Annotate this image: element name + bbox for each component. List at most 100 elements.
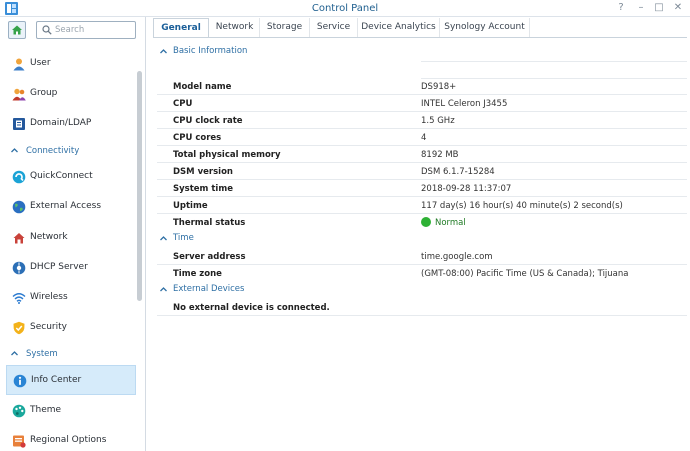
info-row-uptime: Uptime 117 day(s) 16 hour(s) 40 minute(s…: [157, 197, 687, 214]
shield-icon: [13, 321, 25, 335]
info-value: 1.5 GHz: [421, 116, 455, 126]
group-time[interactable]: Time: [157, 232, 687, 246]
tab-divider: [153, 37, 687, 38]
info-value: 8192 MB: [421, 150, 459, 160]
info-row-model: Model name DS918+: [157, 78, 687, 95]
network-icon: [13, 233, 25, 244]
chevron-up-icon: [11, 351, 18, 356]
group-title: Basic Information: [173, 46, 248, 56]
tab-network[interactable]: Network: [210, 18, 260, 38]
sidebar-item-label: Domain/LDAP: [30, 118, 92, 128]
chevron-up-icon: [11, 148, 18, 153]
sidebar-item-network[interactable]: Network: [6, 224, 136, 252]
thermal-status-value: Normal: [435, 218, 466, 228]
info-value: 2018-09-28 11:37:07: [421, 184, 512, 194]
sidebar-scrollbar[interactable]: [137, 71, 142, 301]
sidebar-item-label: External Access: [30, 201, 102, 211]
window-title: Control Panel: [311, 3, 379, 14]
title-bar: Control Panel ? – □ ✕: [0, 0, 690, 17]
sidebar-item-dhcp-server[interactable]: DHCP Server: [6, 254, 136, 282]
info-value: DS918+: [421, 82, 457, 92]
quickconnect-icon: [12, 170, 26, 184]
info-row-external-message: No external device is connected.: [157, 299, 687, 316]
info-row-memory: Total physical memory 8192 MB: [157, 146, 687, 163]
domain-icon: [13, 118, 25, 130]
sidebar-item-domain-ldap[interactable]: Domain/LDAP: [6, 110, 136, 138]
section-label: System: [26, 349, 58, 359]
search-box[interactable]: [36, 21, 136, 39]
status-ok-icon: [421, 217, 431, 227]
search-icon: [42, 25, 52, 35]
main-panel: General Network Storage Service Device A…: [147, 17, 690, 451]
sidebar-item-label: Regional Options: [30, 435, 107, 445]
sidebar: User Group Domain/LDAP Connectivity: [0, 17, 146, 451]
user-icon: [13, 58, 25, 71]
sidebar-item-wireless[interactable]: Wireless: [6, 284, 136, 312]
sidebar-item-label: User: [30, 58, 51, 68]
sidebar-item-group[interactable]: Group: [6, 80, 136, 108]
info-value: (GMT-08:00) Pacific Time (US & Canada); …: [421, 269, 629, 279]
info-key: Thermal status: [173, 218, 246, 228]
sidebar-item-security[interactable]: Security: [6, 314, 136, 342]
info-row-dsm-version: DSM version DSM 6.1.7-15284: [157, 163, 687, 180]
search-input[interactable]: [55, 23, 133, 37]
tab-storage[interactable]: Storage: [260, 18, 310, 38]
info-row-cpu: CPU INTEL Celeron J3455: [157, 95, 687, 112]
minimize-icon[interactable]: –: [635, 2, 647, 14]
wifi-icon: [12, 293, 26, 304]
info-key: Server address: [173, 252, 246, 262]
home-button[interactable]: [8, 21, 26, 39]
sidebar-item-user[interactable]: User: [6, 50, 136, 78]
info-row-server-address: Server address time.google.com: [157, 248, 687, 265]
group-icon: [12, 88, 26, 101]
info-icon: [13, 374, 27, 388]
tab-synology-account[interactable]: Synology Account: [440, 18, 530, 38]
home-icon: [12, 25, 22, 35]
sidebar-item-label: Theme: [30, 405, 62, 415]
sidebar-item-label: DHCP Server: [30, 262, 88, 272]
info-value: time.google.com: [421, 252, 493, 262]
group-title: Time: [173, 233, 194, 243]
sidebar-item-quickconnect[interactable]: QuickConnect: [6, 163, 136, 191]
info-value: 4: [421, 133, 427, 143]
info-row-cpu-clock: CPU clock rate 1.5 GHz: [157, 112, 687, 129]
sidebar-item-label: QuickConnect: [30, 171, 93, 181]
sidebar-item-label: Network: [30, 232, 68, 242]
info-key: CPU clock rate: [173, 116, 243, 126]
sidebar-item-regional-options[interactable]: Regional Options: [6, 427, 136, 451]
help-icon[interactable]: ?: [615, 2, 627, 14]
info-key: CPU cores: [173, 133, 222, 143]
info-key: Total physical memory: [173, 150, 281, 160]
info-key: Model name: [173, 82, 232, 92]
divider: [421, 61, 687, 62]
regional-icon: [13, 435, 26, 448]
dhcp-icon: [12, 261, 26, 275]
globe-icon: [12, 200, 26, 214]
info-value: 117 day(s) 16 hour(s) 40 minute(s) 2 sec…: [421, 201, 623, 211]
maximize-icon[interactable]: □: [653, 2, 665, 14]
external-devices-message: No external device is connected.: [173, 303, 330, 313]
sidebar-item-label: Info Center: [31, 375, 82, 385]
sidebar-item-theme[interactable]: Theme: [6, 397, 136, 425]
info-value: INTEL Celeron J3455: [421, 99, 508, 109]
group-title: External Devices: [173, 284, 245, 294]
palette-icon: [12, 404, 26, 418]
info-row-time-zone: Time zone (GMT-08:00) Pacific Time (US &…: [157, 265, 687, 282]
group-basic-information[interactable]: Basic Information: [157, 45, 687, 59]
info-key: CPU: [173, 99, 193, 109]
chevron-up-icon: [160, 236, 167, 241]
sidebar-item-info-center[interactable]: Info Center: [6, 365, 136, 395]
tab-general[interactable]: General: [153, 18, 209, 38]
info-row-thermal-status: Thermal status Normal: [157, 214, 687, 231]
info-key: DSM version: [173, 167, 233, 177]
info-key: Uptime: [173, 201, 208, 211]
sidebar-item-label: Group: [30, 88, 58, 98]
close-icon[interactable]: ✕: [672, 2, 684, 14]
sidebar-item-label: Wireless: [30, 292, 68, 302]
tab-device-analytics[interactable]: Device Analytics: [358, 18, 440, 38]
tab-service[interactable]: Service: [310, 18, 358, 38]
info-row-cpu-cores: CPU cores 4: [157, 129, 687, 146]
info-value: DSM 6.1.7-15284: [421, 167, 495, 177]
group-external-devices[interactable]: External Devices: [157, 283, 687, 297]
sidebar-item-external-access[interactable]: External Access: [6, 193, 136, 221]
